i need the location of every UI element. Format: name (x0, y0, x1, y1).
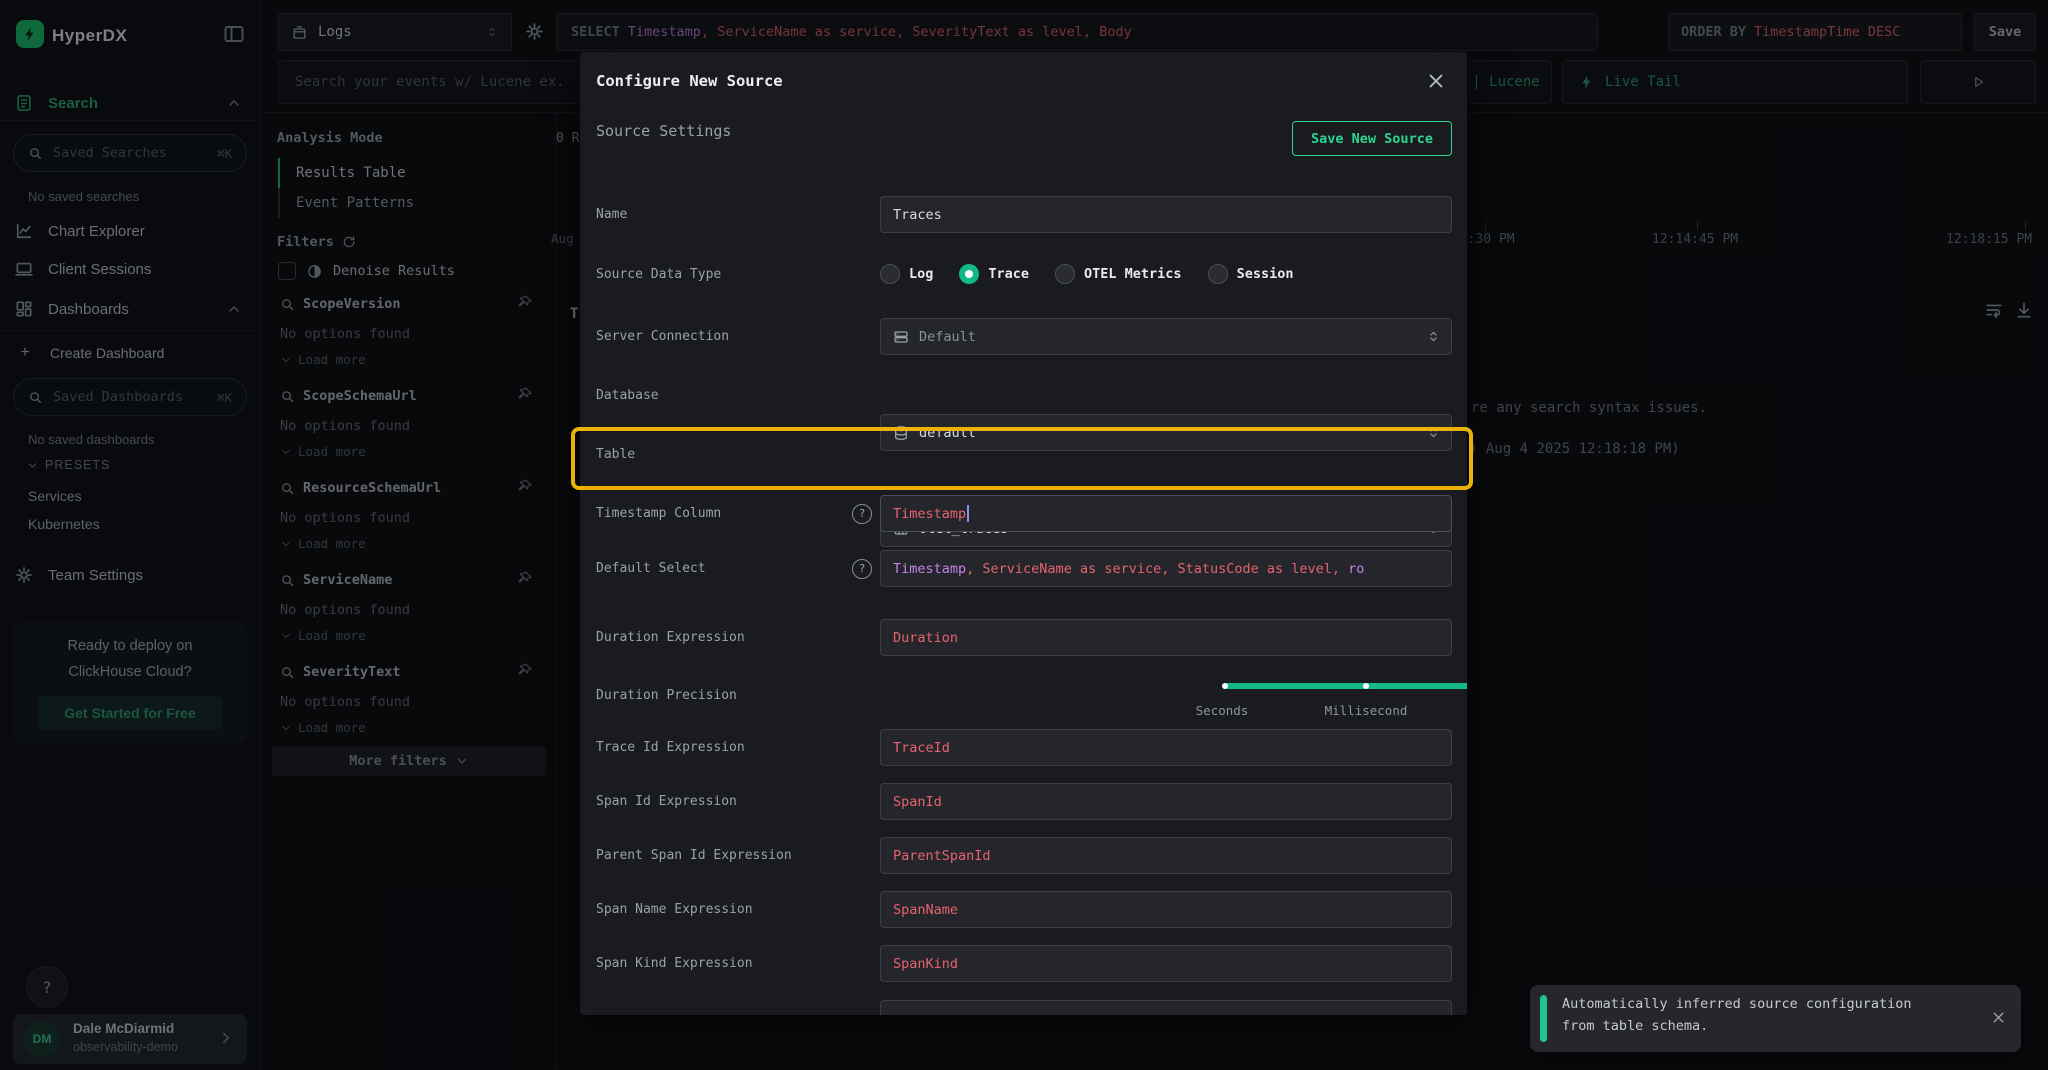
parent-span-id-value: ParentSpanId (893, 848, 991, 864)
slider-mark (1363, 683, 1369, 689)
toast-message-line2: from table schema. (1562, 1018, 1708, 1034)
radio-label: Trace (988, 266, 1029, 282)
server-icon (893, 329, 909, 345)
sql-token: , ServiceName as service, StatusCode as … (966, 561, 1348, 577)
source-data-type-label: Source Data Type (596, 259, 880, 289)
name-value: Traces (893, 207, 942, 223)
close-icon[interactable] (1425, 70, 1447, 92)
table-field-highlight (571, 427, 1473, 490)
app-window: HyperDX Search ⌘K No saved searches Char… (0, 0, 2048, 1070)
select-chevrons-icon (1426, 329, 1441, 344)
timestamp-column-label: Timestamp Column ? (596, 495, 880, 532)
span-name-value: SpanName (893, 902, 958, 918)
radio-log[interactable]: Log (880, 264, 933, 284)
timestamp-column-input[interactable]: Timestamp (880, 495, 1452, 532)
default-select-label: Default Select ? (596, 550, 880, 587)
parent-span-id-label: Parent Span Id Expression (596, 837, 880, 874)
slider-mark-label: Millisecond (1325, 703, 1408, 718)
radio-session[interactable]: Session (1208, 264, 1294, 284)
duration-expression-label: Duration Expression (596, 619, 880, 656)
trace-id-input[interactable]: TraceId (880, 729, 1452, 766)
help-icon[interactable]: ? (852, 504, 872, 524)
modal-title: Configure New Source (596, 72, 783, 90)
duration-expression-input[interactable]: Duration (880, 619, 1452, 656)
radio-label: Session (1237, 266, 1294, 282)
source-data-type-radio-group: Log Trace OTEL Metrics Session (880, 259, 1293, 289)
help-icon[interactable]: ? (852, 559, 872, 579)
radio-circle[interactable] (1208, 264, 1228, 284)
duration-expression-value: Duration (893, 630, 958, 646)
timestamp-column-value: Timestamp (893, 506, 966, 522)
name-field-label: Name (596, 196, 880, 233)
sql-token: Timestamp (893, 561, 966, 577)
span-id-value: SpanId (893, 794, 942, 810)
trace-id-value: TraceId (893, 740, 950, 756)
save-new-source-button[interactable]: Save New Source (1292, 121, 1452, 156)
parent-span-id-input[interactable]: ParentSpanId (880, 837, 1452, 874)
radio-label: OTEL Metrics (1084, 266, 1182, 282)
server-connection-label: Server Connection (596, 318, 880, 355)
span-id-label: Span Id Expression (596, 783, 880, 820)
configure-new-source-modal: Configure New Source Source Settings Sav… (580, 52, 1467, 1015)
span-name-label: Span Name Expression (596, 891, 880, 928)
slider-mark (1222, 683, 1228, 689)
server-connection-select[interactable]: Default (880, 318, 1452, 355)
slider-track[interactable] (1222, 683, 1467, 689)
radio-circle[interactable] (1055, 264, 1075, 284)
span-kind-label: Span Kind Expression (596, 945, 880, 982)
default-select-input[interactable]: Timestamp, ServiceName as service, Statu… (880, 550, 1452, 587)
duration-precision-slider: Seconds Millisecond Microsecond Nanoseco… (880, 673, 1452, 723)
text-cursor (967, 505, 969, 522)
source-settings-heading: Source Settings (596, 122, 731, 140)
radio-circle-selected[interactable] (959, 264, 979, 284)
sql-token: ro (1348, 561, 1364, 577)
toast-notification: Automatically inferred source configurat… (1530, 985, 2021, 1052)
toast-accent-bar (1540, 995, 1547, 1042)
radio-circle[interactable] (880, 264, 900, 284)
radio-trace[interactable]: Trace (959, 264, 1029, 284)
duration-precision-label: Duration Precision (596, 673, 880, 717)
name-input[interactable]: Traces (880, 196, 1452, 233)
toast-close-icon[interactable] (1990, 1009, 2007, 1026)
span-kind-value: SpanKind (893, 956, 958, 972)
trace-id-label: Trace Id Expression (596, 729, 880, 766)
database-label: Database (596, 377, 880, 414)
toast-message-line1: Automatically inferred source configurat… (1562, 996, 1912, 1012)
radio-otel-metrics[interactable]: OTEL Metrics (1055, 264, 1182, 284)
span-name-input[interactable]: SpanName (880, 891, 1452, 928)
server-connection-value: Default (919, 329, 976, 345)
slider-mark-label: Seconds (1196, 703, 1249, 718)
clipped-input[interactable] (880, 1000, 1452, 1015)
radio-label: Log (909, 266, 933, 282)
span-id-input[interactable]: SpanId (880, 783, 1452, 820)
span-kind-input[interactable]: SpanKind (880, 945, 1452, 982)
